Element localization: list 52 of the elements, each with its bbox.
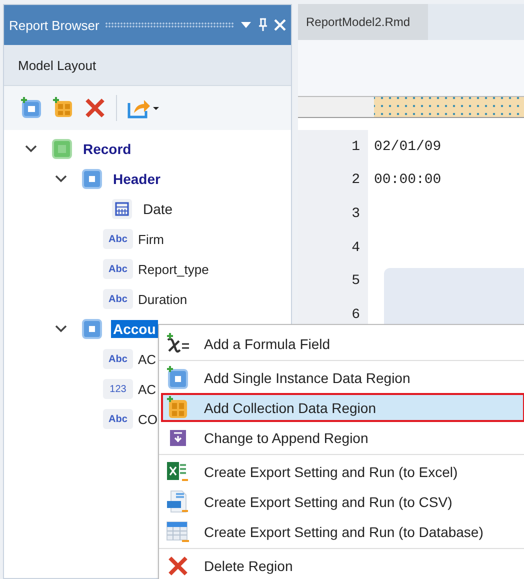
add-collection-icon	[166, 396, 190, 420]
menu-item[interactable]: Create Export Setting and Run (to Database)	[161, 517, 524, 546]
menu-item[interactable]: Create Export Setting and Run (to CSV)	[161, 487, 524, 516]
dropdown-icon[interactable]	[240, 20, 252, 30]
add-collection-icon[interactable]	[52, 97, 74, 119]
calendar-icon	[111, 198, 133, 220]
menu-item[interactable]: Delete Region	[161, 551, 524, 579]
add-region-icon	[166, 366, 190, 390]
line-number: 3	[298, 197, 368, 231]
type-badge: 123	[103, 379, 133, 399]
region-icon	[81, 168, 103, 190]
line-number: 5	[298, 264, 368, 298]
document-icon	[166, 490, 190, 514]
menu-item[interactable]: Add Single Instance Data Region	[161, 363, 524, 392]
line-number: 1	[298, 130, 368, 164]
region-icon	[81, 318, 103, 340]
pin-icon[interactable]	[258, 18, 268, 32]
delete-icon	[166, 554, 190, 578]
tree-item[interactable]: Report_type	[138, 262, 209, 276]
line-number: 4	[298, 230, 368, 264]
tree-item[interactable]: Accou	[111, 320, 158, 338]
type-badge: Abc	[103, 409, 133, 429]
tree-item[interactable]: Header	[111, 170, 162, 188]
table-icon	[166, 520, 190, 544]
tree-item[interactable]: AC	[138, 382, 156, 396]
tree-item[interactable]: Firm	[138, 232, 164, 246]
document-tab[interactable]: ReportModel2.Rmd	[298, 4, 428, 40]
spreadsheet-icon	[166, 460, 190, 484]
export-icon[interactable]	[127, 97, 159, 119]
type-badge: Abc	[103, 229, 133, 249]
menu-item[interactable]: Add Collection Data Region	[161, 393, 524, 422]
tree-item[interactable]: Duration	[138, 292, 188, 306]
menu-item[interactable]: Create Export Setting and Run (to Excel)	[161, 457, 524, 486]
tree-item[interactable]: CO	[138, 412, 158, 426]
formula-icon	[166, 332, 190, 356]
tree-item[interactable]: Record	[81, 140, 134, 158]
menu-item[interactable]: Add a Formula Field	[161, 329, 524, 358]
tree-item[interactable]: Date	[141, 200, 175, 218]
delete-icon[interactable]	[84, 97, 106, 119]
menu-item[interactable]: Change to Append Region	[161, 423, 524, 452]
type-badge: Abc	[103, 349, 133, 369]
add-region-icon[interactable]	[20, 97, 42, 119]
cell-value: 00:00:00	[373, 172, 442, 188]
section-header: Model Layout	[4, 45, 291, 86]
type-badge: Abc	[103, 289, 133, 309]
close-icon[interactable]	[274, 19, 286, 31]
tree-item[interactable]: AC	[138, 352, 156, 366]
cell-value: 02/01/09	[373, 138, 442, 155]
record-icon	[51, 138, 73, 160]
type-badge: Abc	[103, 259, 133, 279]
panel-title: Report Browser	[9, 18, 100, 32]
line-number: 2	[298, 164, 368, 198]
